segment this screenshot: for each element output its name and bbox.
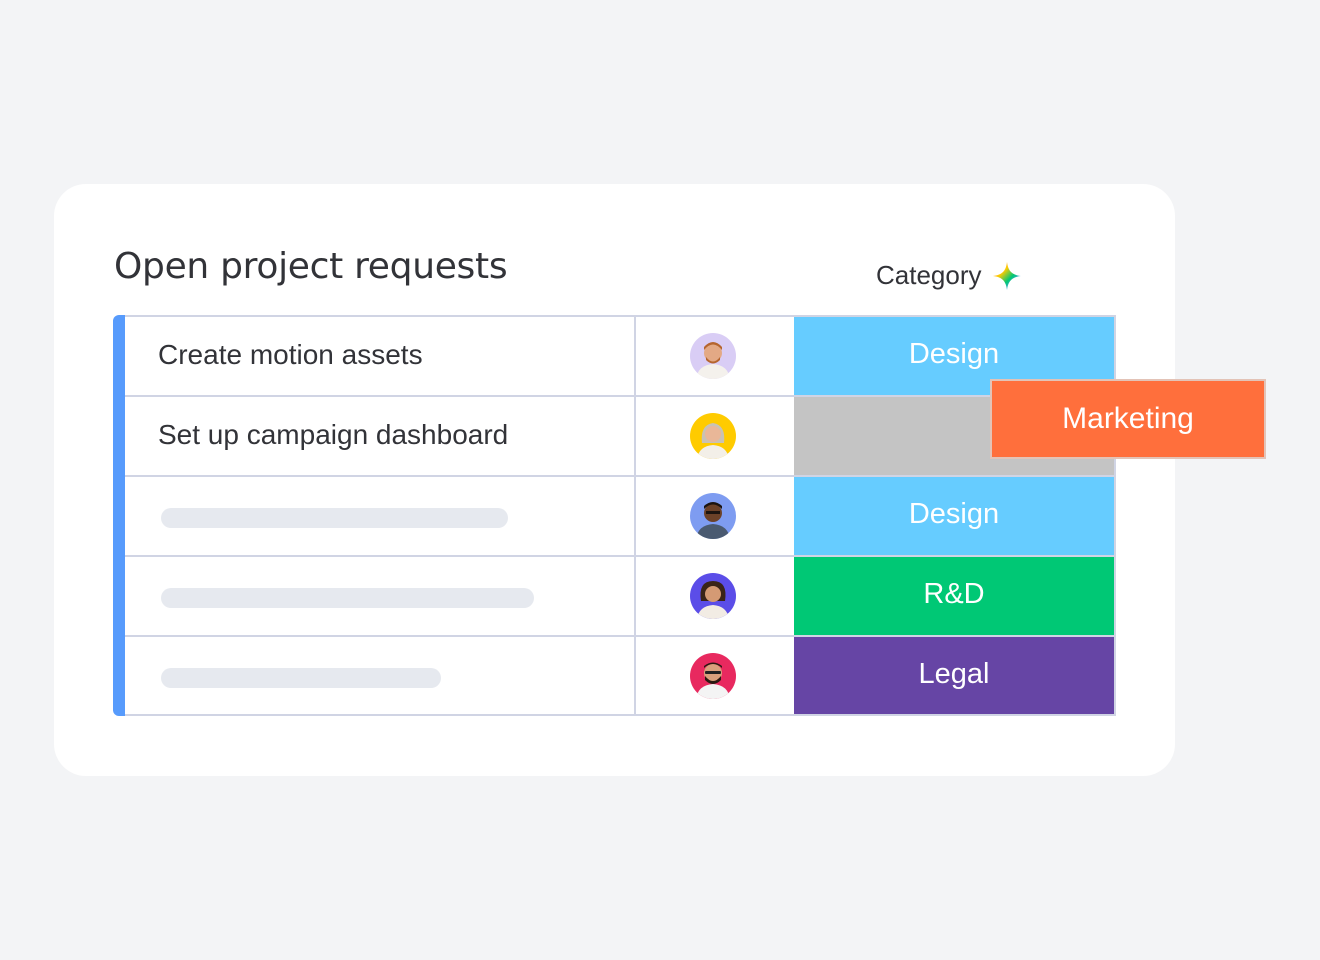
category-column-header[interactable]: Category [876, 260, 1022, 291]
table-row[interactable]: Create motion assets Design [125, 315, 1116, 395]
category-cell[interactable]: Legal [794, 635, 1116, 716]
person-cell[interactable] [634, 555, 796, 635]
placeholder-name-bar [161, 508, 508, 528]
avatar[interactable] [690, 333, 736, 379]
person-cell[interactable] [634, 475, 796, 555]
person-cell[interactable] [634, 315, 796, 395]
category-label: Design [908, 498, 1000, 530]
avatar[interactable] [690, 653, 736, 699]
item-name-cell[interactable] [125, 635, 636, 716]
table-row[interactable]: R&D [125, 555, 1116, 635]
item-name[interactable]: Set up campaign dashboard [158, 419, 508, 451]
category-label: R&D [923, 578, 985, 610]
project-table: Create motion assets Design Set up campa… [113, 315, 1116, 716]
sparkle-icon[interactable] [992, 261, 1022, 291]
category-label: Legal [918, 658, 990, 690]
person-cell[interactable] [634, 635, 796, 716]
avatar[interactable] [690, 573, 736, 619]
board-title: Open project requests [114, 246, 508, 287]
table-row[interactable]: Design [125, 475, 1116, 555]
avatar[interactable] [690, 413, 736, 459]
table-row[interactable]: Set up campaign dashboard [125, 395, 1116, 475]
person-cell[interactable] [634, 395, 796, 475]
item-name-cell[interactable]: Set up campaign dashboard [125, 395, 636, 475]
marketing-option-chip[interactable]: Marketing [990, 379, 1266, 459]
item-name-cell[interactable] [125, 555, 636, 635]
category-cell[interactable]: Design [794, 475, 1116, 555]
placeholder-name-bar [161, 588, 534, 608]
item-name-cell[interactable]: Create motion assets [125, 315, 636, 395]
board-card: Open project requests Category Create mo… [54, 184, 1175, 776]
marketing-option-label: Marketing [1062, 402, 1194, 435]
group-color-bar [113, 315, 125, 716]
item-name[interactable]: Create motion assets [158, 339, 423, 371]
category-header-label: Category [876, 260, 982, 290]
placeholder-name-bar [161, 668, 441, 688]
item-name-cell[interactable] [125, 475, 636, 555]
category-label: Design [908, 338, 1000, 370]
category-cell[interactable]: R&D [794, 555, 1116, 635]
table-row[interactable]: Legal [125, 635, 1116, 716]
avatar[interactable] [690, 493, 736, 539]
